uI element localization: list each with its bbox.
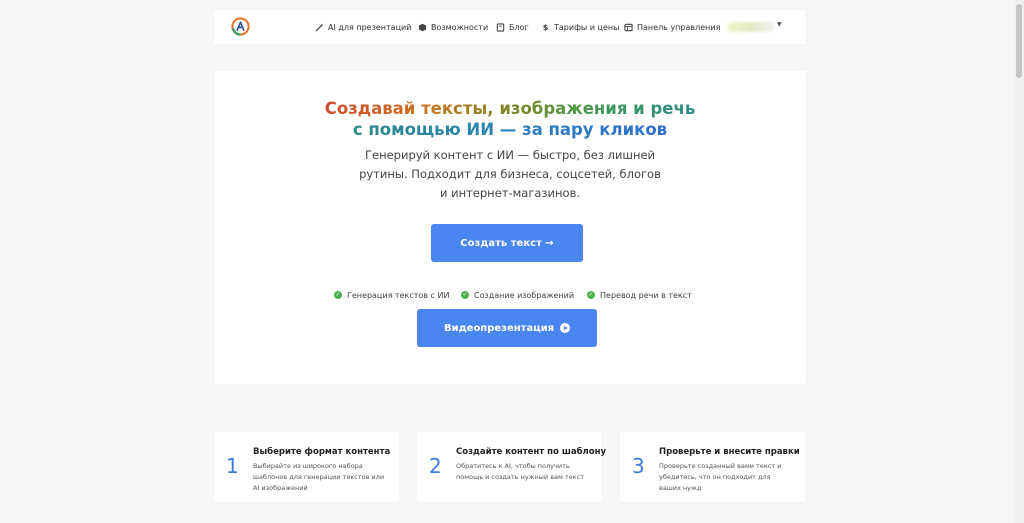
top-navbar: AI для презентаций Возможности Блог $ Та… [214,10,806,44]
feature-image-creation: ✓ Создание изображений [461,289,574,301]
feature-label: Генерация текстов с ИИ [347,290,450,300]
check-circle-icon: ✓ [587,291,595,299]
hero-title-line1: Создавай тексты, изображения и речь [324,99,696,118]
box-icon [418,23,427,32]
play-icon [560,323,571,333]
nav-item-label: AI для презентаций [328,22,412,32]
logo-icon[interactable] [231,17,250,36]
scrollbar-thumb[interactable] [1016,4,1022,78]
hero-section: Создавай тексты, изображения и речь с по… [214,71,806,384]
step-title: Выберите формат контента [253,447,391,457]
book-icon [496,22,505,32]
create-text-button-label: Создать текст → [460,237,554,249]
nav-blog[interactable]: Блог [496,10,529,44]
step-description: Проверьте созданный вами текст и убедите… [659,462,782,492]
nav-item-label: Панель управления [637,22,721,32]
chevron-down-icon[interactable]: ▼ [777,21,782,28]
nav-ai-presentations[interactable]: AI для презентаций [315,10,411,44]
user-menu[interactable] [727,22,775,32]
magic-wand-icon [315,23,324,32]
feature-label: Создание изображений [474,290,575,300]
dollar-icon: $ [542,22,549,32]
video-presentation-button-label: Видеопрезентация [443,322,555,334]
nav-pricing[interactable]: $ Тарифы и цены [541,10,620,44]
video-presentation-button[interactable]: Видеопрезентация [417,309,597,347]
step-number: 1 [226,454,239,478]
step-description: Выбирайте из широкого набора шаблонов дл… [253,462,385,492]
step-number: 3 [632,454,645,478]
feature-text-generation: ✓ Генерация текстов с ИИ [334,289,449,301]
step-card-1: 1 Выберите формат контента Выбирайте из … [214,432,399,502]
nav-item-label: Возможности [431,22,489,32]
nav-features[interactable]: Возможности [418,10,488,44]
hero-title-line2: с помощью ИИ — за пару кликов [352,120,668,139]
step-title: Создайте контент по шаблону [456,447,607,457]
check-circle-icon: ✓ [461,291,469,299]
hero-subtitle: Генерируй контент с ИИ — быстро, без лиш… [359,148,661,200]
page-scrollbar[interactable] [1014,0,1024,523]
nav-item-label: Блог [509,22,529,32]
create-text-button[interactable]: Создать текст → [431,224,583,262]
step-card-3: 3 Проверьте и внесите правки Проверьте с… [620,432,805,502]
nav-item-label: Тарифы и цены [554,22,620,32]
grid-icon [624,23,633,32]
feature-speech-to-text: ✓ Перевод речи в текст [587,289,692,301]
check-circle-icon: ✓ [334,291,342,299]
step-title: Проверьте и внесите правки [659,447,800,457]
step-card-2: 2 Создайте контент по шаблону Обратитесь… [417,432,606,502]
feature-label: Перевод речи в текст [600,290,692,300]
step-number: 2 [429,454,442,478]
nav-dashboard[interactable]: Панель управления [624,10,720,44]
hero-title: Создавай тексты, изображения и речь с по… [214,98,806,140]
step-description: Обратитесь к AI, чтобы получить помощь и… [456,462,585,481]
